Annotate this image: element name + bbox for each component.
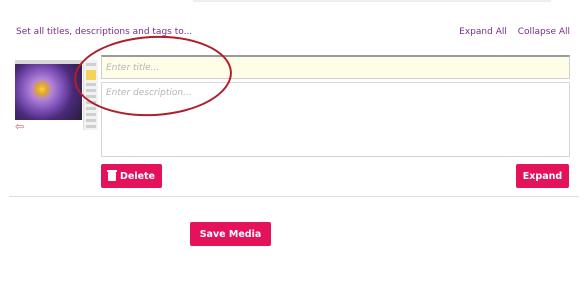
section-divider (9, 196, 579, 197)
media-thumbnail[interactable] (15, 60, 98, 130)
arrow-left-icon: ⇦ (15, 120, 25, 133)
title-input[interactable] (101, 55, 570, 79)
thumbnail-sidebar (83, 60, 98, 130)
collapse-all-link[interactable]: Collapse All (518, 27, 570, 37)
expand-all-link[interactable]: Expand All (459, 27, 507, 37)
header-links: Expand All Collapse All (459, 27, 570, 37)
trash-icon (106, 169, 117, 181)
save-media-button[interactable]: Save Media (190, 222, 271, 246)
top-divider (193, 0, 551, 2)
thumbnail-image (15, 60, 82, 120)
expand-button[interactable]: Expand (516, 164, 569, 188)
delete-label: Delete (119, 170, 155, 182)
delete-button[interactable]: Delete (101, 164, 162, 188)
bulk-edit-link[interactable]: Set all titles, descriptions and tags to… (16, 27, 192, 37)
description-input[interactable] (101, 82, 570, 157)
